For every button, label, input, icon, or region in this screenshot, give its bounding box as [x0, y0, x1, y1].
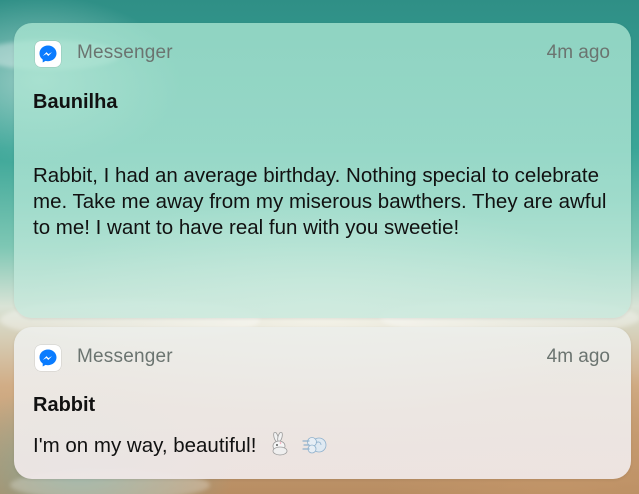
message-body: I'm on my way, beautiful!	[33, 431, 619, 463]
dash-emoji-icon	[302, 434, 328, 463]
messenger-icon	[35, 345, 61, 371]
notification-card[interactable]: Messenger 4m ago Rabbit I'm on my way, b…	[14, 327, 631, 479]
app-name: Messenger	[77, 42, 173, 63]
timestamp: 4m ago	[546, 346, 610, 367]
timestamp: 4m ago	[546, 42, 610, 63]
notification-card[interactable]: Messenger 4m ago Baunilha Rabbit, I had …	[14, 23, 631, 318]
app-name: Messenger	[77, 346, 173, 367]
message-body: Rabbit, I had an average birthday. Nothi…	[33, 164, 607, 239]
sender-name: Rabbit	[33, 394, 96, 416]
message-text: I'm on my way, beautiful!	[33, 434, 257, 457]
rabbit-emoji-icon	[268, 431, 290, 463]
messenger-icon	[35, 41, 61, 67]
sender-name: Baunilha	[33, 91, 118, 113]
